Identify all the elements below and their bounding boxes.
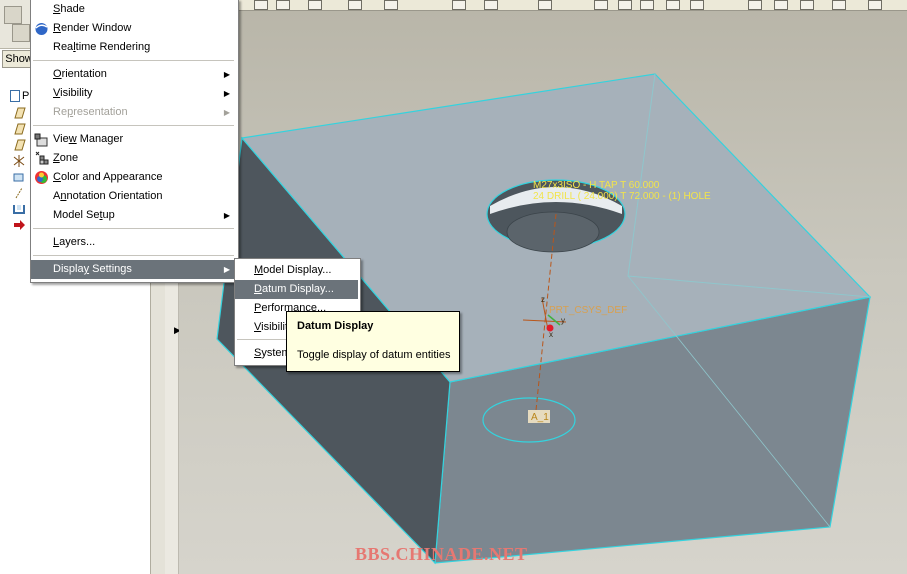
view-menu: Shade Render Window Realtime Rendering Orie… (30, 0, 239, 283)
toolbar-icon[interactable] (484, 0, 498, 10)
menu-item-label: Render Window (53, 22, 132, 34)
submenu-arrow-icon: ▶ (223, 108, 230, 117)
coordinate-system-icon[interactable] (12, 155, 26, 167)
render-window-icon (35, 23, 48, 35)
menu-item-label: Realtime Rendering (53, 41, 151, 53)
menu-item-render-window[interactable]: Render Window (31, 19, 236, 38)
menu-item-label: View Manager (53, 133, 124, 145)
menu-item-label: Shade (53, 3, 85, 15)
axis-name-label[interactable]: A_1 (531, 412, 549, 423)
toolbar-icon[interactable] (384, 0, 398, 10)
menu-item-realtime-rendering[interactable]: Realtime Rendering (31, 38, 236, 57)
menu-separator (33, 60, 234, 61)
menu-item-label: Annotation Orientation (53, 190, 163, 202)
toolbar-icon[interactable] (832, 0, 846, 10)
zone-icon (35, 151, 49, 165)
insert-here-arrow-icon[interactable] (12, 219, 26, 231)
menu-item-shade[interactable]: Shade (31, 0, 236, 19)
hole-icon[interactable] (12, 203, 26, 215)
toolbar-icon[interactable] (618, 0, 632, 10)
csys-z-label: z (541, 295, 545, 304)
toolbar-icon[interactable] (868, 0, 882, 10)
submenu-arrow-icon: ▶ (223, 211, 230, 220)
menu-item-annotation-orientation[interactable]: Annotation Orientation (31, 187, 236, 206)
menu-item-display-settings[interactable]: Display Settings ▶ (31, 260, 236, 279)
part-icon (10, 90, 20, 103)
toolbar-icon[interactable] (640, 0, 654, 10)
csys-name-label[interactable]: PRT_CSYS_DEF (549, 305, 627, 316)
menu-item-label: Display Settings (53, 263, 132, 275)
toolbar-icon[interactable] (276, 0, 290, 10)
toolbar-icon[interactable] (800, 0, 814, 10)
menu-item-label: Color and Appearance (53, 171, 163, 183)
menu-item-orientation[interactable]: Orientation ▶ (31, 65, 236, 84)
toolbar-icon[interactable] (748, 0, 762, 10)
menu-item-representation: Representation ▶ (31, 103, 236, 122)
menu-item-label: Datum Display... (254, 283, 334, 295)
color-appearance-icon (35, 171, 48, 184)
menu-item-label: Layers... (53, 236, 96, 248)
toolbar-icon[interactable] (254, 0, 268, 10)
menu-item-visibility[interactable]: Visibility ▶ (31, 84, 236, 103)
submenu-item-datum-display[interactable]: Datum Display... (235, 280, 358, 299)
submenu-arrow-icon: ▶ (223, 70, 230, 79)
toolbar-icon[interactable] (538, 0, 552, 10)
watermark: BBS.CHINADE.NET (355, 544, 528, 564)
protrusion-icon[interactable] (12, 171, 26, 183)
menu-item-label: Visibility (53, 87, 93, 99)
toolbar-icon[interactable] (452, 0, 466, 10)
menu-item-model-setup[interactable]: Model Setup ▶ (31, 206, 236, 225)
toolbar-icon[interactable] (308, 0, 322, 10)
tooltip: Datum Display Toggle display of datum en… (286, 311, 460, 372)
menu-item-label: Model Setup (53, 209, 115, 221)
toolbar-icon[interactable] (348, 0, 362, 10)
menu-item-label: Model Display... (254, 264, 332, 276)
menu-item-label: Representation (53, 106, 128, 118)
datum-plane-icon[interactable] (12, 123, 26, 135)
menu-separator (33, 125, 234, 126)
menu-item-layers[interactable]: Layers... (31, 233, 236, 252)
datum-axis-icon[interactable] (12, 187, 26, 199)
hole-note-line-1[interactable]: M27x3ISO - H TAP T 60.000 (533, 180, 660, 191)
menu-item-zone[interactable]: Zone (31, 149, 236, 168)
toolbar-icon[interactable] (690, 0, 704, 10)
menu-item-label: Orientation (53, 68, 107, 80)
datum-plane-icon[interactable] (12, 139, 26, 151)
menu-separator (33, 228, 234, 229)
csys-y-label: y (561, 316, 565, 325)
hole-note-line-2[interactable]: 24 DRILL ( 24.000) T 72.000 - (1) HOLE (533, 191, 711, 202)
menu-item-color-appearance[interactable]: Color and Appearance (31, 168, 236, 187)
csys-x-label: x (549, 330, 553, 339)
main-toolbar (238, 0, 907, 11)
menu-separator (33, 255, 234, 256)
copy-icon[interactable] (12, 24, 30, 42)
menu-item-view-manager[interactable]: View Manager (31, 130, 236, 149)
proe-application-window: Show PRT ▶ (0, 0, 907, 574)
toolbar-icon[interactable] (774, 0, 788, 10)
tooltip-text: Toggle display of datum entities (297, 349, 451, 361)
view-manager-icon (34, 133, 48, 147)
menu-item-label: Zone (53, 152, 79, 164)
submenu-item-model-display[interactable]: Model Display... (235, 261, 358, 280)
submenu-arrow-icon: ▶ (223, 89, 230, 98)
toolbar-icon[interactable] (666, 0, 680, 10)
submenu-arrow-icon: ▶ (223, 265, 230, 274)
folder-icon[interactable] (4, 6, 22, 24)
tooltip-title: Datum Display (297, 320, 374, 332)
toolbar-icon[interactable] (594, 0, 608, 10)
datum-plane-icon[interactable] (12, 107, 26, 119)
